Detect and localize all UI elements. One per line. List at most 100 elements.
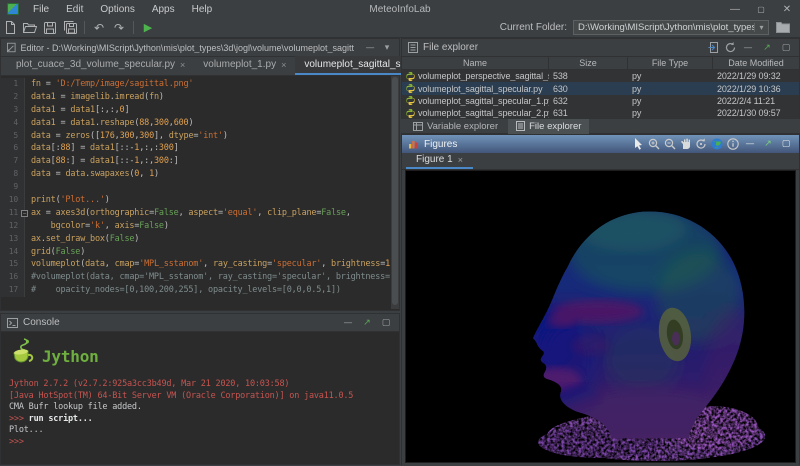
cursor-icon[interactable] bbox=[634, 138, 644, 150]
window-close-button[interactable]: ✕ bbox=[774, 0, 800, 18]
editor-tab-volumeplot_1-py[interactable]: volumeplot_1.py × bbox=[194, 56, 295, 75]
figure-canvas[interactable] bbox=[405, 170, 796, 463]
console-panel: Console — ↗ ▢ Jython Jython 2.7.2 (v2.7.… bbox=[0, 313, 400, 465]
open-icon[interactable] bbox=[21, 20, 39, 36]
figure-tab-label: Figure 1 bbox=[416, 154, 453, 165]
code-text: data1 = imagelib.imread(fn) bbox=[25, 91, 164, 104]
menu-edit[interactable]: Edit bbox=[66, 4, 83, 15]
window-minimize-button[interactable]: — bbox=[722, 0, 748, 18]
close-icon[interactable]: × bbox=[180, 60, 185, 70]
column-header-filetype[interactable]: File Type bbox=[628, 57, 713, 69]
figures-expand-icon[interactable]: ↗ bbox=[761, 139, 775, 149]
file-row[interactable]: volumeplot_sagittal_specular_1.py632py20… bbox=[402, 95, 799, 107]
jython-logo: Jython bbox=[9, 336, 399, 376]
console-header: Console — ↗ ▢ bbox=[1, 314, 399, 332]
editor-tab-label: plot_cuace_3d_volume_specular.py bbox=[16, 59, 175, 70]
column-header-name[interactable]: Name bbox=[402, 57, 549, 69]
zoom-in-icon[interactable] bbox=[648, 138, 660, 150]
console-line: Plot... bbox=[9, 425, 399, 437]
pan-hand-icon[interactable] bbox=[680, 138, 691, 150]
globe-icon[interactable] bbox=[711, 138, 723, 150]
menu-help[interactable]: Help bbox=[192, 4, 213, 15]
new-script-icon[interactable] bbox=[1, 20, 19, 36]
code-line: 11−ax = axes3d(orthographic=False, aspec… bbox=[1, 207, 391, 220]
file-row[interactable]: volumeplot_perspective_sagittal_sp...538… bbox=[402, 70, 799, 82]
file-explorer-icon bbox=[408, 42, 418, 53]
file-type-cell: py bbox=[628, 108, 713, 118]
line-number: 2 bbox=[1, 91, 25, 104]
code-area[interactable]: 1fn = 'D:/Temp/image/sagittal.png'2data1… bbox=[1, 78, 391, 309]
code-text: ax = axes3d(orthographic=False, aspect='… bbox=[25, 207, 351, 220]
editor-scrollbar-thumb[interactable] bbox=[392, 77, 398, 305]
editor-tab-label: volumeplot_1.py bbox=[203, 59, 276, 70]
zoom-out-icon[interactable] bbox=[664, 138, 676, 150]
window-maximize-button[interactable]: ▢ bbox=[748, 0, 774, 18]
code-line: 10print('Plot...') bbox=[1, 194, 391, 207]
console-line: [Java HotSpot(TM) 64-Bit Server VM (Orac… bbox=[9, 391, 399, 403]
file-row[interactable]: volumeplot_sagittal_specular_2.py631py20… bbox=[402, 107, 799, 119]
fold-marker-icon[interactable]: − bbox=[21, 210, 28, 217]
undo-icon[interactable]: ↶ bbox=[90, 20, 108, 36]
title-bar: FileEditOptionsAppsHelp MeteoInfoLab — ▢… bbox=[0, 0, 800, 18]
save-icon[interactable] bbox=[41, 20, 59, 36]
file-modified-cell: 2022/1/29 09:32 bbox=[713, 71, 799, 81]
code-text: volumeplot(data, cmap='MPL_sstanom', ray… bbox=[25, 258, 399, 271]
redo-icon[interactable]: ↷ bbox=[110, 20, 128, 36]
code-text: #volumeplot(data, cmap='MPL_sstanom', ra… bbox=[25, 271, 399, 284]
jython-logo-text: Jython bbox=[42, 347, 99, 366]
tab-file-explorer[interactable]: File explorer bbox=[508, 119, 589, 134]
refresh-icon[interactable] bbox=[725, 42, 736, 53]
explorer-tab-bar: Variable explorer File explorer bbox=[401, 119, 800, 134]
line-number: 11− bbox=[1, 207, 25, 220]
file-name-cell: volumeplot_sagittal_specular_1.py bbox=[402, 96, 549, 106]
run-icon[interactable]: ▶ bbox=[139, 20, 157, 36]
file-name-cell: volumeplot_sagittal_specular_2.py bbox=[402, 108, 549, 118]
file-explorer-expand-icon[interactable]: ↗ bbox=[760, 43, 774, 53]
menu-apps[interactable]: Apps bbox=[152, 4, 175, 15]
console-expand-icon[interactable]: ↗ bbox=[360, 318, 374, 328]
console-maximize-icon[interactable]: ▢ bbox=[379, 318, 393, 328]
menu-file[interactable]: File bbox=[33, 4, 49, 15]
code-text: data[:88] = data1[::-1,:,:300] bbox=[25, 142, 179, 155]
editor-minimize-icon[interactable]: — bbox=[364, 43, 376, 53]
tab-label: Variable explorer bbox=[427, 121, 498, 132]
editor-tab-bar: plot_cuace_3d_volume_specular.py×volumep… bbox=[1, 57, 399, 76]
current-folder-combobox[interactable]: D:\Working\MIScript\Jython\mis\plot_type… bbox=[573, 20, 769, 35]
jython-cup-icon bbox=[9, 338, 39, 374]
file-size-cell: 631 bbox=[549, 108, 628, 118]
editor-menu-icon[interactable]: ▾ bbox=[381, 43, 393, 53]
figures-icon bbox=[408, 139, 419, 149]
code-text bbox=[25, 181, 31, 194]
file-row[interactable]: volumeplot_sagittal_specular.py630py2022… bbox=[402, 82, 799, 94]
column-header-modified[interactable]: Date Modified bbox=[713, 57, 799, 69]
file-type-cell: py bbox=[628, 84, 713, 94]
rotate-icon[interactable] bbox=[695, 138, 707, 150]
line-number: 7 bbox=[1, 155, 25, 168]
close-icon[interactable]: × bbox=[281, 60, 286, 70]
save-all-icon[interactable] bbox=[61, 20, 79, 36]
editor-tab-plot_cuace_3d_volume_specular-py[interactable]: plot_cuace_3d_volume_specular.py × bbox=[7, 56, 194, 75]
figures-minimize-icon[interactable]: — bbox=[743, 139, 757, 149]
file-modified-cell: 2022/2/4 11:21 bbox=[713, 96, 799, 106]
editor-title: Editor - D:\Working\MIScript\Jython\mis\… bbox=[21, 43, 355, 53]
chevron-down-icon[interactable]: ▾ bbox=[754, 23, 768, 32]
tab-figure-1[interactable]: Figure 1 × bbox=[406, 152, 473, 169]
menu-options[interactable]: Options bbox=[100, 4, 134, 15]
browse-folder-icon[interactable] bbox=[774, 20, 792, 36]
column-header-size[interactable]: Size bbox=[549, 57, 628, 69]
file-name-cell: volumeplot_sagittal_specular.py bbox=[402, 84, 549, 94]
code-text: print('Plot...') bbox=[25, 194, 110, 207]
close-icon[interactable]: × bbox=[458, 155, 463, 165]
python-file-icon bbox=[406, 84, 415, 93]
console-minimize-icon[interactable]: — bbox=[341, 318, 355, 328]
file-explorer-maximize-icon[interactable]: ▢ bbox=[779, 43, 793, 53]
figures-maximize-icon[interactable]: ▢ bbox=[779, 139, 793, 149]
tab-variable-explorer[interactable]: Variable explorer bbox=[405, 119, 506, 134]
code-line: 12 bgcolor='k', axis=False) bbox=[1, 220, 391, 233]
file-type-cell: py bbox=[628, 96, 713, 106]
file-explorer-minimize-icon[interactable]: — bbox=[741, 43, 755, 53]
console-output[interactable]: Jython Jython 2.7.2 (v2.7.2:925a3cc3b49d… bbox=[1, 332, 399, 464]
editor-scrollbar[interactable] bbox=[391, 76, 399, 309]
info-icon[interactable] bbox=[727, 138, 739, 150]
import-icon[interactable] bbox=[708, 42, 720, 53]
